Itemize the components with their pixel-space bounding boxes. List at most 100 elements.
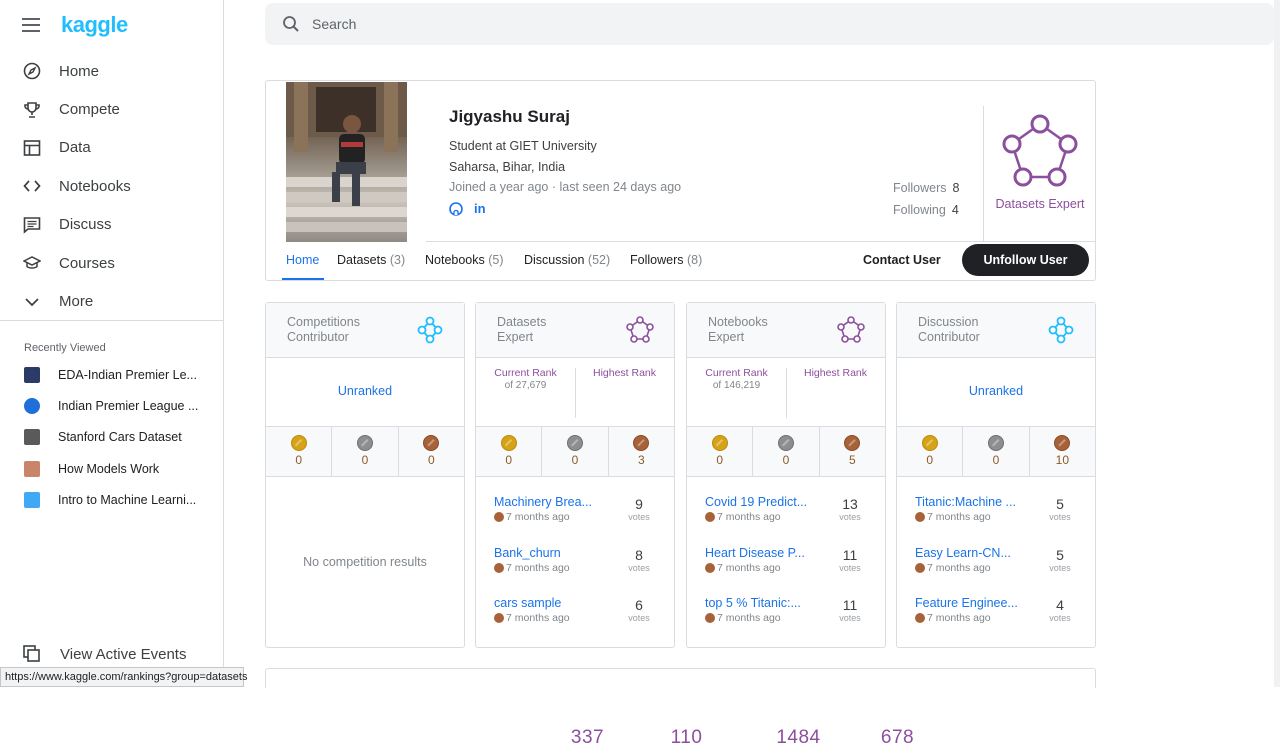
followers-stat[interactable]: Followers 8 [893, 181, 959, 195]
code-icon [22, 176, 42, 196]
nav-item-discuss[interactable]: Discuss [0, 206, 223, 244]
nav-label: Courses [59, 254, 115, 272]
gold-medal: 0 [687, 427, 754, 476]
entry-title-link[interactable]: cars sample [494, 596, 612, 610]
list-item: top 5 % Titanic:... 7 months ago 11 votes [687, 586, 885, 637]
chevron-down-icon [22, 292, 42, 312]
tab-notebooks[interactable]: Notebooks (5) [425, 253, 504, 267]
silver-count: 0 [571, 453, 579, 467]
list-item: Covid 19 Predict... 7 months ago 13 votes [687, 485, 885, 536]
followers-count: 8 [952, 181, 960, 195]
recently-viewed-label: Indian Premier League ... [58, 398, 199, 413]
recently-viewed-label: Stanford Cars Dataset [58, 430, 182, 445]
nav-item-more[interactable]: More [0, 282, 223, 320]
vote-count: 5 votes [1049, 546, 1071, 573]
linkedin-icon[interactable]: in [474, 201, 486, 216]
bronze-medal: 3 [609, 427, 674, 476]
entry-time: 7 months ago [506, 561, 570, 574]
gold-medal-icon [500, 435, 517, 451]
followers-label: Followers [893, 181, 947, 195]
competitions-card: Competitions Contributor Unranked 0 0 0 … [265, 302, 465, 648]
highest-rank-label: Highest Rank [803, 367, 868, 379]
search-bar[interactable]: Search [265, 3, 1274, 45]
list-item: Machinery Brea... 7 months ago 9 votes [476, 485, 674, 536]
highest-rank-value: 678 [880, 727, 915, 748]
main-nav: Home Compete Data Notebooks Discuss Cour [0, 52, 223, 321]
silver-medal: 0 [963, 427, 1030, 476]
gold-medal-icon [921, 435, 938, 451]
vote-count: 4 votes [1049, 597, 1071, 623]
view-active-events-link[interactable]: View Active Events [22, 644, 186, 664]
recently-viewed-item[interactable]: EDA-Indian Premier Le... [0, 359, 223, 390]
scrollbar[interactable] [1274, 0, 1280, 687]
unfollow-user-button[interactable]: Unfollow User [962, 244, 1089, 276]
thumbnail-icon [24, 366, 40, 383]
tab-label: Datasets [337, 253, 387, 267]
card-header[interactable]: Competitions Contributor [266, 303, 464, 358]
recently-viewed-item[interactable]: How Models Work [0, 453, 223, 484]
bronze-medal: 0 [399, 427, 464, 476]
nav-item-courses[interactable]: Courses [0, 244, 223, 282]
entry-title-link[interactable]: top 5 % Titanic:... [705, 596, 823, 610]
search-input[interactable]: Search [312, 16, 356, 32]
gold-count: 0 [295, 453, 302, 467]
bronze-medal-icon [1054, 435, 1071, 451]
recently-viewed-item[interactable]: Indian Premier League ... [0, 390, 223, 421]
current-rank[interactable]: Current Rank 337 of 27,679 [476, 367, 603, 748]
nav-item-compete[interactable]: Compete [0, 90, 223, 128]
card-header[interactable]: Discussion Contributor [897, 303, 1095, 358]
card-header[interactable]: Notebooks Expert [687, 303, 885, 358]
following-stat[interactable]: Following 4 [893, 203, 959, 217]
rank-total: of 27,679 [504, 380, 547, 391]
tab-count: (5) [488, 253, 504, 267]
bronze-medal-icon [705, 613, 715, 623]
entry-list: Covid 19 Predict... 7 months ago 13 votes… [687, 485, 885, 637]
highest-rank: Highest Rank 678 [786, 367, 914, 748]
hamburger-menu-icon[interactable] [22, 18, 40, 32]
entry-meta: 7 months ago [705, 562, 781, 574]
list-item: cars sample 7 months ago 6 votes [476, 586, 674, 637]
unranked-link[interactable]: Unranked [897, 384, 1095, 398]
entry-title-link[interactable]: Covid 19 Predict... [705, 495, 823, 509]
entry-title-link[interactable]: Heart Disease P... [705, 546, 823, 560]
nav-item-home[interactable]: Home [0, 52, 223, 90]
gold-count: 0 [926, 453, 933, 467]
tab-discussion[interactable]: Discussion (52) [524, 253, 610, 267]
contact-user-button[interactable]: Contact User [863, 253, 941, 267]
nav-item-notebooks[interactable]: Notebooks [0, 167, 223, 205]
rank-total: of 146,219 [712, 380, 761, 391]
card-header[interactable]: Datasets Expert [476, 303, 674, 358]
recently-viewed-item[interactable]: Stanford Cars Dataset [0, 422, 223, 453]
kaggle-logo[interactable]: kaggle [61, 12, 128, 38]
tab-count: (3) [389, 253, 406, 267]
current-rank[interactable]: Current Rank 1484 of 146,219 [687, 367, 820, 748]
tab-home[interactable]: Home [286, 253, 319, 267]
entry-time: 7 months ago [506, 612, 570, 624]
recently-viewed-label: How Models Work [58, 461, 160, 476]
recently-viewed-item[interactable]: Intro to Machine Learni... [0, 484, 223, 515]
bronze-medal-icon [705, 512, 715, 522]
tab-datasets[interactable]: Datasets (3) [337, 253, 405, 267]
unranked-link[interactable]: Unranked [266, 384, 464, 398]
tab-followers[interactable]: Followers (8) [630, 253, 702, 267]
entry-title-link[interactable]: Machinery Brea... [494, 495, 612, 509]
medal-section: 0 0 10 [897, 427, 1095, 477]
contributor-tier-icon [1047, 316, 1075, 349]
nav-label: Notebooks [59, 177, 131, 195]
entry-title-link[interactable]: Bank_churn [494, 546, 612, 560]
rank-section: Current Rank 337 of 27,679 Highest Rank … [476, 358, 702, 748]
recently-viewed-label: Intro to Machine Learni... [58, 492, 197, 507]
entry-title-link[interactable]: Feature Enginee... [915, 596, 1033, 610]
entry-meta: 7 months ago [494, 511, 570, 523]
recently-viewed-label: EDA-Indian Premier Le... [58, 367, 197, 382]
github-icon[interactable] [449, 201, 463, 216]
gold-medal-icon [711, 435, 728, 451]
expert-tier-icon [1000, 112, 1080, 195]
entry-title-link[interactable]: Titanic:Machine ... [915, 495, 1033, 509]
medal-section: 0 0 5 [687, 427, 885, 477]
nav-item-data[interactable]: Data [0, 129, 223, 167]
nav-label: Data [59, 139, 91, 157]
list-item: Feature Enginee... 7 months ago 4 votes [897, 586, 1095, 637]
entry-title-link[interactable]: Easy Learn-CN... [915, 546, 1033, 560]
current-rank-label: Current Rank [494, 367, 557, 379]
